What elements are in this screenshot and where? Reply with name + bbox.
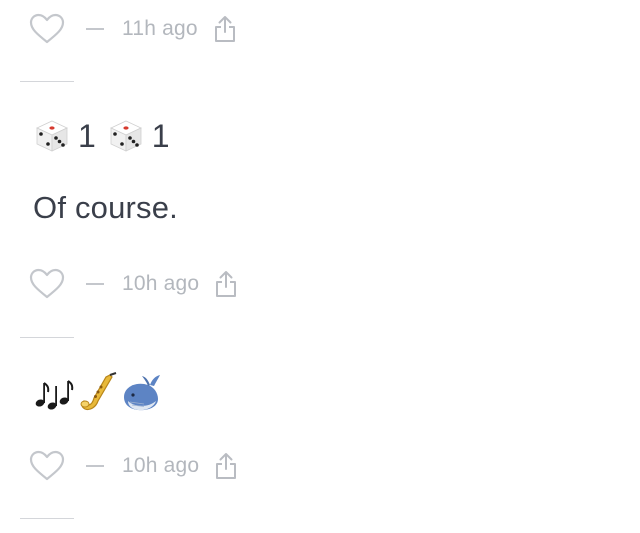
share-icon: [216, 453, 237, 479]
dice-value: 1: [151, 117, 170, 154]
die-icon: [109, 120, 142, 152]
whale-icon: [124, 375, 160, 411]
action-row: 11h ago: [28, 11, 238, 47]
heart-icon: [29, 268, 65, 299]
separator-dash: [86, 283, 104, 285]
heart-icon: [29, 13, 65, 44]
like-button[interactable]: [28, 449, 66, 483]
share-button[interactable]: [213, 451, 239, 481]
share-button[interactable]: [213, 269, 239, 299]
action-row: 10h ago: [28, 448, 239, 484]
divider: [20, 81, 74, 82]
timestamp: 11h ago: [122, 17, 198, 40]
comment-text: Of course.: [33, 190, 178, 225]
share-icon: [214, 16, 235, 42]
musical-notes-icon: [35, 380, 74, 410]
timestamp: 10h ago: [122, 454, 200, 477]
die-icon: [36, 120, 68, 152]
heart-icon: [29, 450, 65, 481]
emoji-comment: [32, 370, 164, 416]
like-button[interactable]: [28, 267, 66, 301]
separator-dash: [86, 465, 104, 467]
action-row: 10h ago: [28, 266, 239, 302]
dice-roll-line: 1 1: [34, 114, 182, 158]
divider: [20, 337, 74, 338]
share-icon: [216, 271, 237, 297]
share-button[interactable]: [212, 14, 238, 44]
separator-dash: [86, 28, 104, 30]
divider: [20, 518, 74, 519]
saxophone-icon: [80, 372, 117, 411]
like-button[interactable]: [28, 12, 66, 46]
timestamp: 10h ago: [122, 272, 200, 295]
dice-value: 1: [78, 117, 96, 154]
